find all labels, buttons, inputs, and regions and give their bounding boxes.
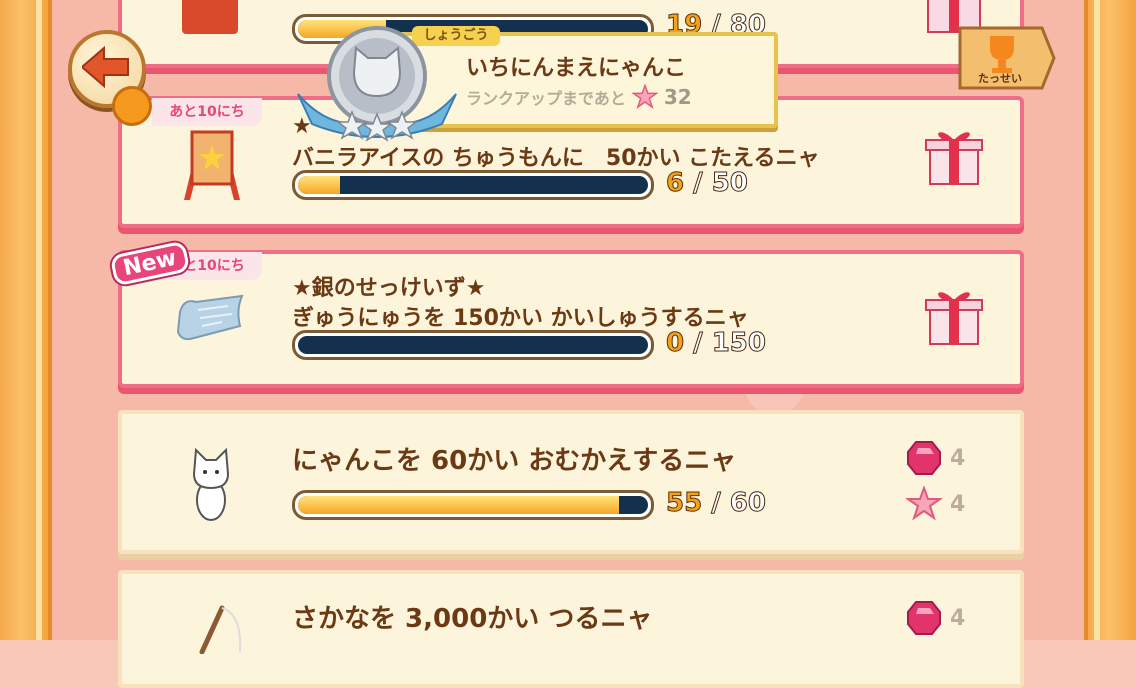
back-arrow-icon bbox=[82, 46, 129, 88]
achievements-button[interactable]: たっせい bbox=[956, 22, 1056, 92]
title-name: いちにんまえにゃんこ bbox=[466, 56, 687, 81]
progress-bar bbox=[292, 330, 654, 360]
easel-icon bbox=[182, 0, 238, 34]
reward-gem: 4 bbox=[906, 440, 966, 476]
progress-bar bbox=[292, 170, 654, 200]
progress-bar bbox=[292, 490, 654, 520]
progress-fill bbox=[298, 496, 619, 514]
right-wood-rail bbox=[1084, 0, 1136, 640]
silver-cat-medal-icon bbox=[297, 26, 457, 142]
timer-icon bbox=[112, 86, 152, 126]
pink-star-icon bbox=[906, 486, 942, 521]
gift-box-icon[interactable] bbox=[922, 124, 986, 188]
rank-up-info: ランクアップまであと 32 bbox=[466, 84, 692, 110]
mission-description: にゃんこを 60かい おむかえするニャ bbox=[292, 446, 737, 476]
white-cat-icon bbox=[192, 447, 230, 521]
progress-count: 6 / 50 bbox=[665, 168, 748, 199]
achievements-label: たっせい bbox=[978, 72, 1022, 85]
gem-icon bbox=[907, 441, 941, 475]
progress-fill bbox=[298, 176, 340, 194]
mission-description: さかなを 3,000かい つるニャ bbox=[292, 604, 653, 634]
easel-icon bbox=[184, 130, 240, 200]
mission-card-fish[interactable]: さかなを 3,000かい つるニャ 4 bbox=[118, 570, 1024, 688]
gift-box-icon[interactable] bbox=[922, 284, 986, 348]
pink-star-icon bbox=[631, 84, 658, 109]
gem-icon bbox=[907, 601, 941, 635]
blueprint-scroll-icon bbox=[176, 294, 244, 341]
left-wood-rail bbox=[0, 0, 52, 640]
progress-count: 55 / 60 bbox=[665, 488, 766, 519]
mission-card-milk[interactable]: あと10にち New ★銀のせっけいず★ ぎゅうにゅうを 150かい かいしゅう… bbox=[109, 240, 1024, 388]
progress-count: 0 / 150 bbox=[665, 328, 766, 359]
days-left-ribbon: あと10にち bbox=[152, 98, 262, 126]
reward-star: 4 bbox=[906, 486, 966, 522]
reward-gem: 4 bbox=[906, 600, 966, 636]
rank-up-count: 32 bbox=[663, 85, 692, 109]
fishing-rod-icon bbox=[199, 605, 242, 654]
rank-up-label: ランクアップまであと bbox=[466, 89, 626, 108]
mission-card-cats[interactable]: にゃんこを 60かい おむかえするニャ 55 / 60 4 4 bbox=[118, 410, 1024, 554]
mission-title: ★銀のせっけいず★ bbox=[292, 276, 486, 301]
